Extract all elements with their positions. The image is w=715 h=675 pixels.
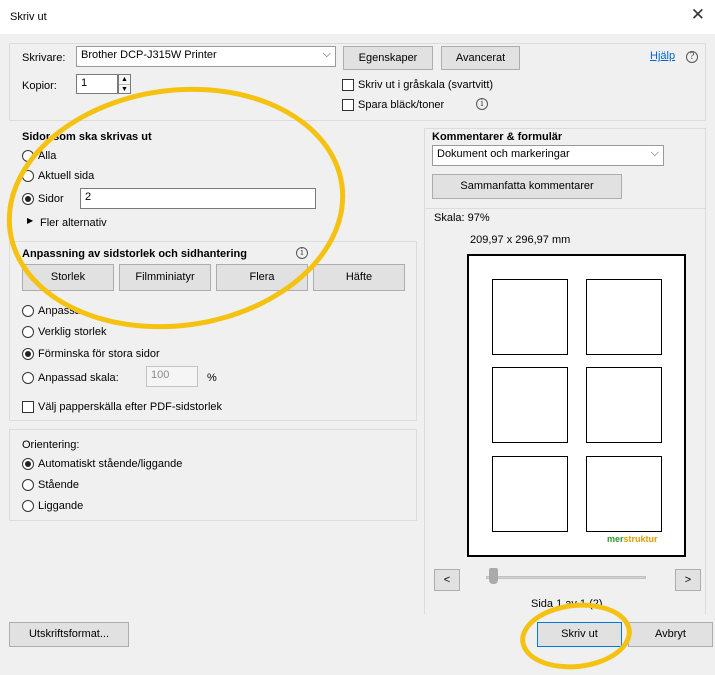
orientation-landscape-radio[interactable]	[22, 500, 34, 512]
preview-thumbnail	[586, 367, 662, 443]
spinner-down-icon[interactable]: ▼	[119, 84, 130, 93]
tab-booklet[interactable]: Häfte	[313, 264, 405, 291]
shrink-label: Förminska för stora sidor	[38, 348, 160, 360]
fit-label: Anpassa	[38, 305, 81, 317]
help-link[interactable]: Hjälp	[650, 50, 675, 62]
tab-size[interactable]: Storlek	[22, 264, 114, 291]
page-slider-track[interactable]	[486, 576, 646, 579]
help-icon[interactable]: ?	[686, 51, 698, 63]
comments-select-value: Dokument och markeringar	[437, 148, 570, 160]
shrink-radio[interactable]	[22, 348, 34, 360]
orientation-auto-radio[interactable]	[22, 458, 34, 470]
chevron-down-icon: ⌵	[650, 147, 659, 159]
tab-multiple[interactable]: Flera	[216, 264, 308, 291]
comments-select[interactable]: Dokument och markeringar ⌵	[432, 145, 664, 166]
orientation-auto-label: Automatiskt stående/liggande	[38, 458, 183, 470]
custom-scale-radio[interactable]	[22, 372, 34, 384]
orientation-heading: Orientering:	[22, 439, 80, 451]
preview-thumbnail	[586, 279, 662, 355]
advanced-button[interactable]: Avancerat	[441, 46, 520, 70]
preview-thumbnail	[492, 367, 568, 443]
pages-range-input[interactable]: 2	[80, 188, 316, 209]
pages-range-label: Sidor	[38, 193, 64, 205]
pages-all-radio[interactable]	[22, 150, 34, 162]
save-ink-label: Spara bläck/toner	[358, 99, 445, 111]
close-icon[interactable]: ✕	[691, 6, 705, 23]
pages-current-label: Aktuell sida	[38, 170, 95, 182]
paper-source-label: Välj papperskälla efter PDF-sidstorlek	[38, 401, 223, 413]
preview-thumbnail	[492, 456, 568, 532]
properties-button[interactable]: Egenskaper	[343, 46, 433, 70]
prev-page-button[interactable]: <	[434, 569, 460, 591]
print-button[interactable]: Skriv ut	[537, 622, 622, 647]
brand-mer: mer	[607, 534, 624, 544]
orientation-portrait-radio[interactable]	[22, 479, 34, 491]
copies-input[interactable]: 1	[76, 74, 118, 94]
paper-source-checkbox[interactable]	[22, 401, 34, 413]
title-bar	[0, 0, 715, 34]
page-setup-button[interactable]: Utskriftsformat...	[9, 622, 129, 647]
paper-dimensions: 209,97 x 296,97 mm	[470, 234, 571, 246]
preview-thumbnail	[586, 456, 662, 532]
copies-spinner[interactable]: ▲ ▼	[118, 74, 131, 94]
pages-all-label: Alla	[38, 150, 57, 162]
more-options-label[interactable]: Fler alternativ	[40, 217, 107, 229]
fit-radio[interactable]	[22, 305, 34, 317]
page-slider-thumb[interactable]	[489, 568, 498, 584]
scale-label: Skala: 97%	[434, 212, 490, 224]
window-title: Skriv ut	[10, 11, 47, 23]
printer-select-value: Brother DCP-J315W Printer	[81, 49, 217, 61]
printer-select[interactable]: Brother DCP-J315W Printer ⌵	[76, 46, 336, 67]
comments-heading: Kommentarer & formulär	[432, 131, 563, 143]
spinner-up-icon[interactable]: ▲	[119, 75, 130, 84]
next-page-button[interactable]: >	[675, 569, 701, 591]
percent-label: %	[207, 372, 217, 384]
tab-thumbnails[interactable]: Filmminiatyr	[119, 264, 211, 291]
brand-logo: merstruktur	[607, 534, 658, 544]
pages-heading: Sidor som ska skrivas ut	[22, 131, 152, 143]
expand-triangle-icon[interactable]: ▶	[27, 216, 33, 225]
preview-page: merstruktur	[467, 254, 686, 557]
custom-scale-input[interactable]: 100	[146, 366, 198, 387]
custom-scale-label: Anpassad skala:	[38, 372, 119, 384]
pages-range-radio[interactable]	[22, 193, 34, 205]
info-icon[interactable]: i	[476, 98, 488, 110]
sizing-info-icon[interactable]: i	[296, 247, 308, 259]
grayscale-checkbox[interactable]	[342, 79, 354, 91]
cancel-button[interactable]: Avbryt	[628, 622, 713, 647]
brand-struktur: struktur	[623, 534, 658, 544]
sizing-heading: Anpassning av sidstorlek och sidhanterin…	[22, 248, 247, 260]
save-ink-checkbox[interactable]	[342, 99, 354, 111]
page-indicator: Sida 1 av 1 (2)	[531, 598, 603, 610]
summarize-comments-button[interactable]: Sammanfatta kommentarer	[432, 174, 622, 199]
orientation-portrait-label: Stående	[38, 479, 79, 491]
actual-size-label: Verklig storlek	[38, 326, 107, 338]
orientation-landscape-label: Liggande	[38, 500, 84, 512]
pages-current-radio[interactable]	[22, 170, 34, 182]
chevron-down-icon: ⌵	[322, 48, 331, 60]
copies-label: Kopior:	[22, 80, 57, 92]
printer-label: Skrivare:	[22, 52, 66, 64]
preview-thumbnail	[492, 279, 568, 355]
actual-size-radio[interactable]	[22, 326, 34, 338]
grayscale-label: Skriv ut i gråskala (svartvitt)	[358, 79, 494, 91]
